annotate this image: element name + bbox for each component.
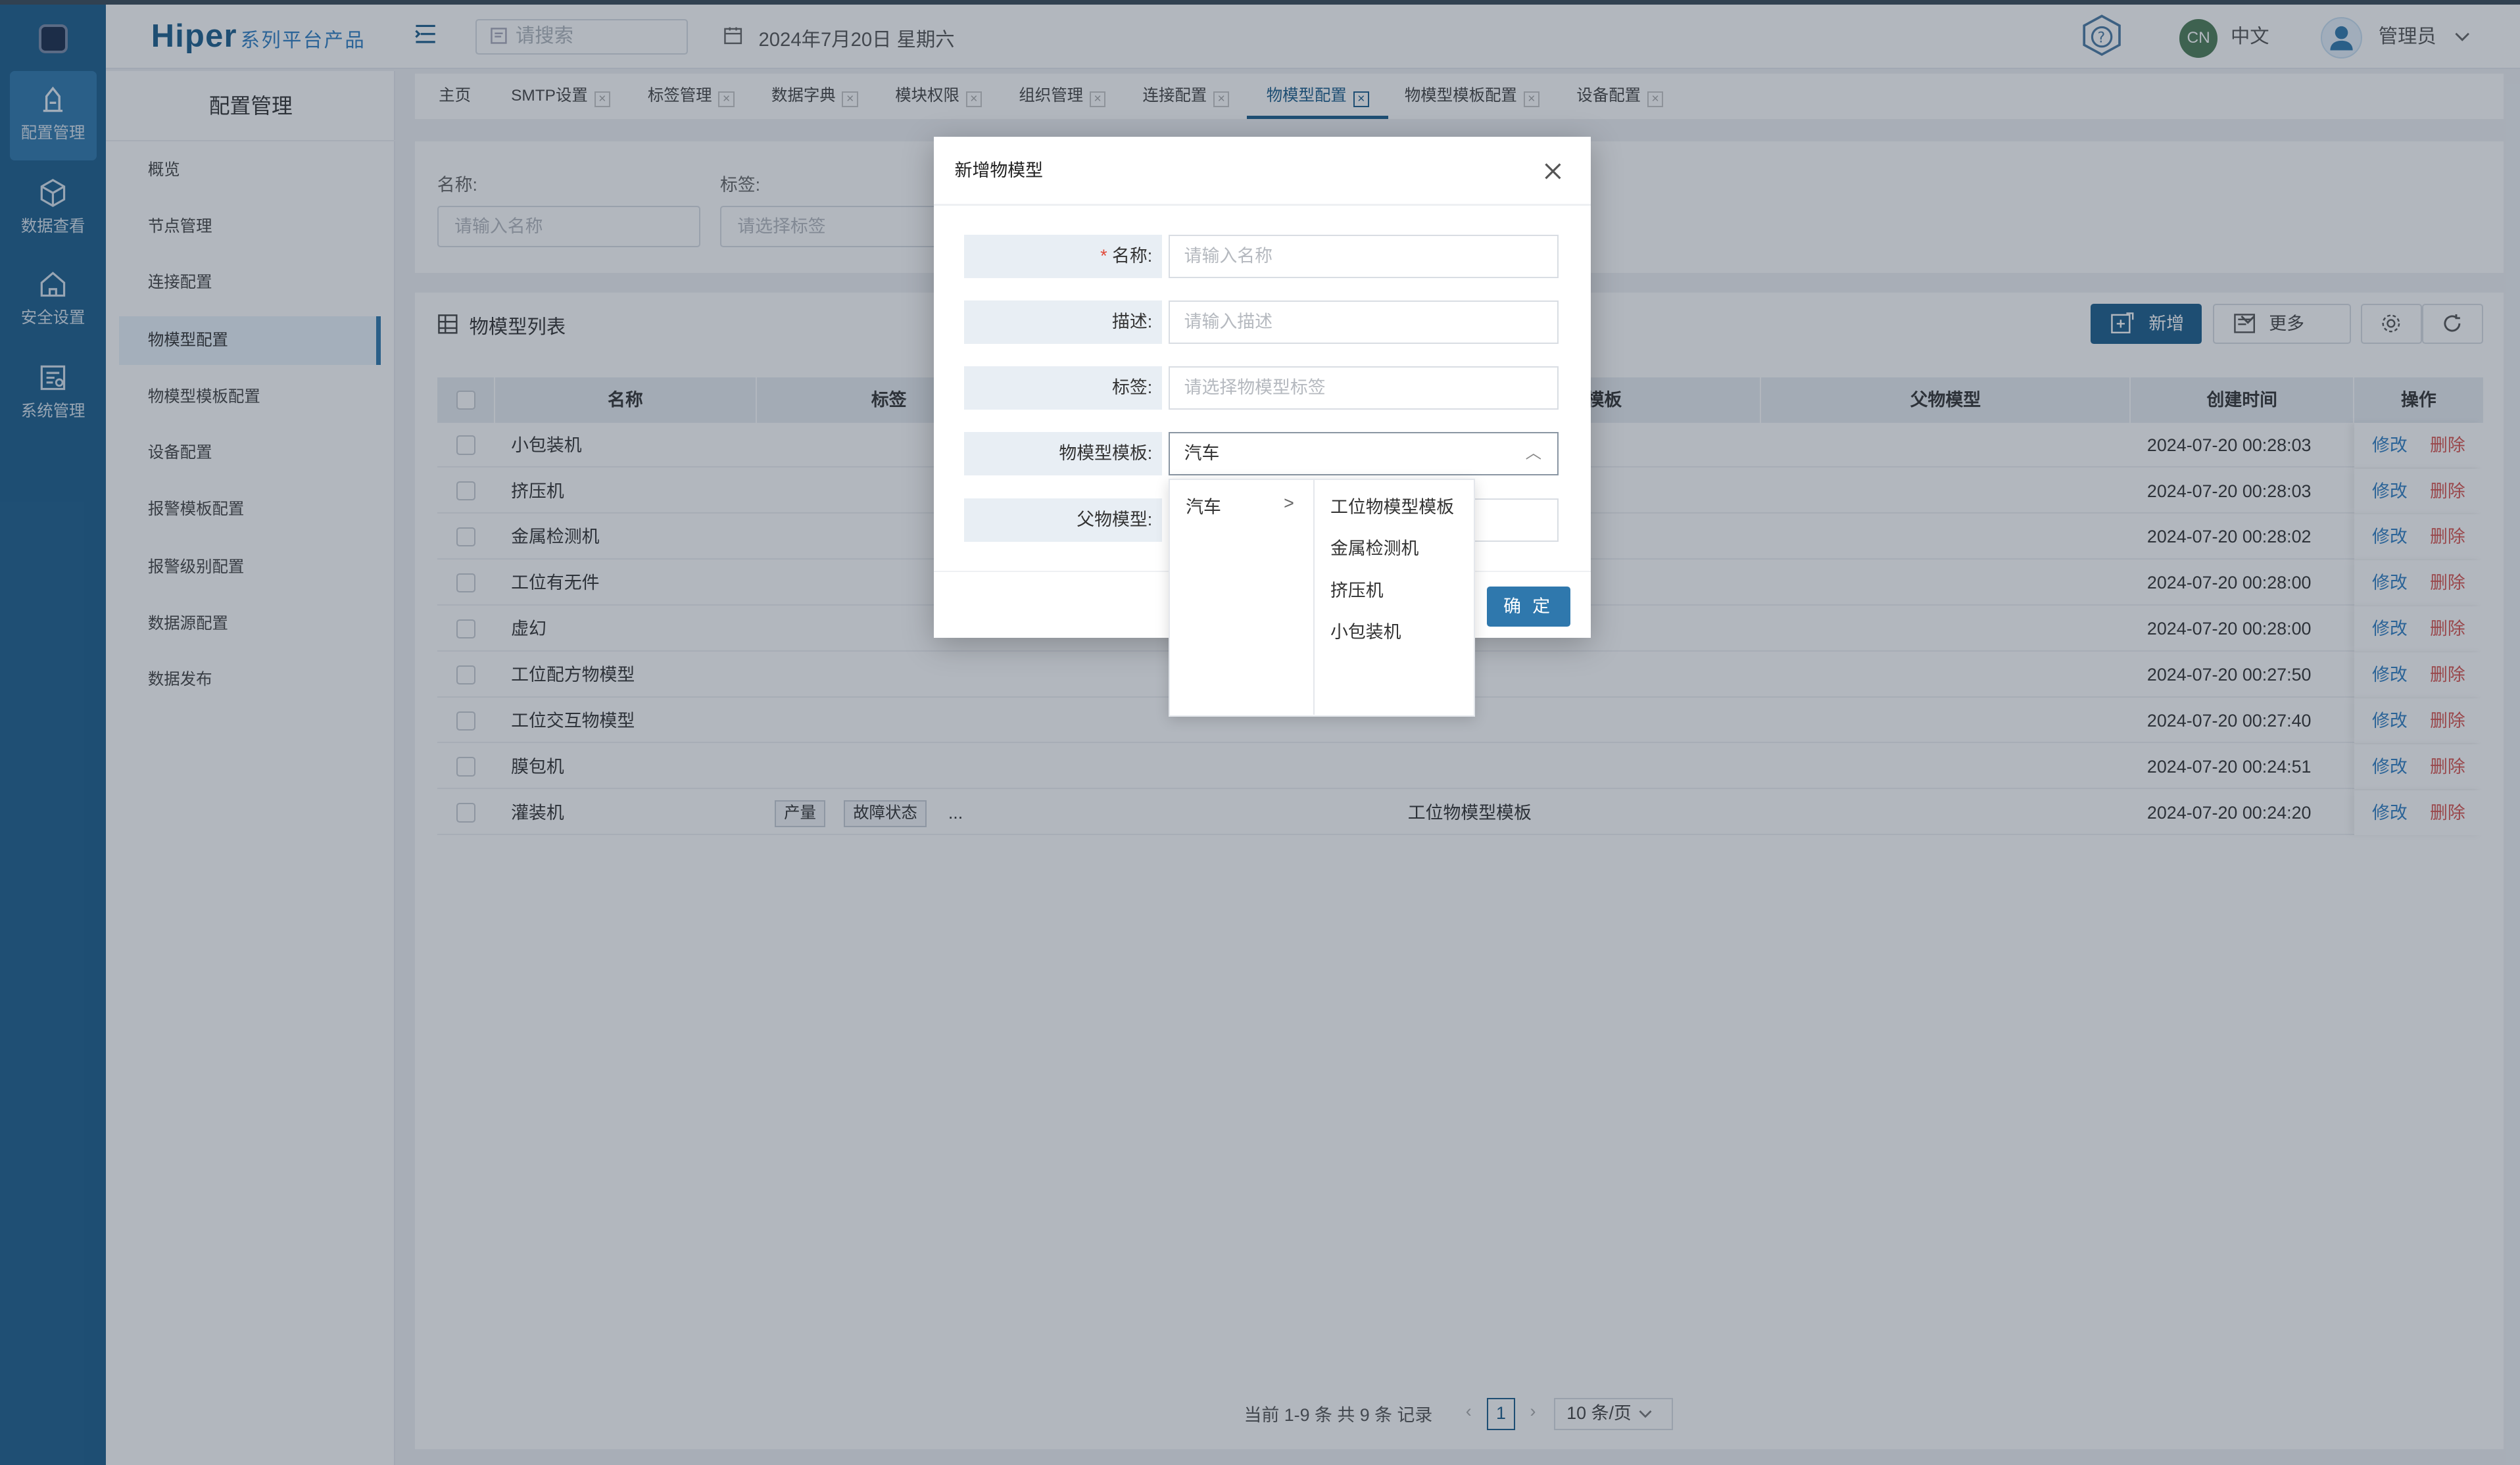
cascader-option[interactable]: 金属检测机 (1330, 535, 1418, 564)
field-tags-label: 标签: (964, 366, 1162, 410)
dialog-title: 新增物模型 (954, 160, 1043, 181)
template-cascader-dropdown: 汽车 > 工位物模型模板 金属检测机 挤压机 小包装机 (1168, 479, 1476, 717)
app-window: 配置管理 数据查看 安全设置 系统管理 Hiper 系列平台产品 请搜索 2024… (0, 0, 2520, 1465)
cascader-option[interactable]: 工位物模型模板 (1330, 493, 1454, 522)
tags-select[interactable]: 请选择物模型标签 (1168, 366, 1559, 410)
name-input[interactable]: 请输入名称 (1168, 234, 1559, 278)
field-name: * 名称: 请输入名称 (964, 234, 1559, 278)
required-mark: * (1100, 245, 1107, 266)
chevron-right-icon: > (1284, 492, 1294, 513)
description-input[interactable]: 请输入描述 (1168, 300, 1559, 344)
cascader-option[interactable]: 挤压机 (1330, 577, 1384, 606)
cascader-level-1: 汽车 > (1170, 480, 1315, 715)
divider (933, 204, 1591, 206)
field-template: 物模型模板: 汽车 ︿ (964, 432, 1559, 476)
field-desc-label: 描述: (964, 300, 1162, 344)
cascader-option[interactable]: 汽车 (1186, 493, 1221, 522)
chevron-up-icon: ︿ (1525, 444, 1542, 463)
field-tags: 标签: 请选择物模型标签 (964, 366, 1559, 410)
cascader-option[interactable]: 小包装机 (1330, 618, 1401, 647)
confirm-button[interactable]: 确 定 (1486, 586, 1570, 627)
close-icon[interactable] (1544, 162, 1562, 180)
field-name-label: * 名称: (964, 234, 1162, 278)
template-cascader[interactable]: 汽车 ︿ (1168, 432, 1559, 476)
field-desc: 描述: 请输入描述 (964, 300, 1559, 344)
field-template-label: 物模型模板: (964, 432, 1162, 476)
field-parent-label: 父物模型: (964, 498, 1162, 542)
